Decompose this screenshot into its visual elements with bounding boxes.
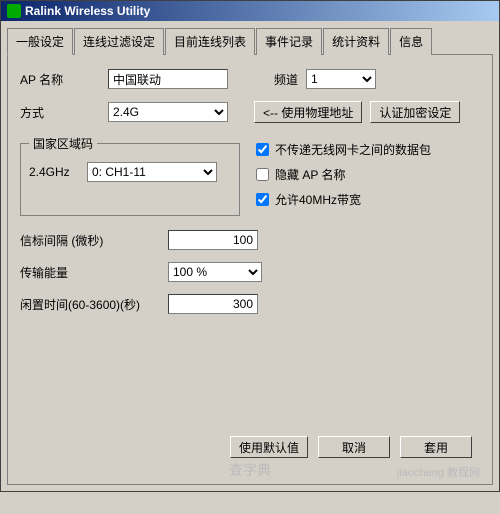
no-relay-checkbox[interactable]: 不传递无线网卡之间的数据包	[256, 141, 431, 158]
band24-label: 2.4GHz	[29, 165, 79, 179]
beacon-input[interactable]	[168, 230, 258, 250]
defaults-button[interactable]: 使用默认值	[230, 436, 308, 458]
use-mac-button[interactable]: <-- 使用物理地址	[254, 101, 362, 123]
watermark-right: jiaocheng 教程网	[397, 464, 480, 480]
beacon-label: 信标间隔 (微秒)	[20, 232, 160, 249]
watermark: 查字典	[8, 460, 492, 480]
client-area: 一般设定 连线过滤设定 目前连线列表 事件记录 统计资料 信息 AP 名称 频道…	[1, 21, 499, 491]
button-row: 使用默认值 取消 套用	[230, 436, 472, 458]
idle-label: 闲置时间(60-3600)(秒)	[20, 296, 160, 313]
window: Ralink Wireless Utility 一般设定 连线过滤设定 目前连线…	[0, 0, 500, 492]
mode-label: 方式	[20, 104, 100, 121]
apply-button[interactable]: 套用	[400, 436, 472, 458]
cancel-button[interactable]: 取消	[318, 436, 390, 458]
channel-label: 频道	[274, 71, 298, 88]
titlebar: Ralink Wireless Utility	[1, 1, 499, 21]
channel-select[interactable]: 1	[306, 69, 376, 89]
panel-general: AP 名称 频道 1 方式 2.4G <-- 使用物理地址 认证加密设定	[7, 55, 493, 485]
txpower-label: 传输能量	[20, 264, 160, 281]
idle-input[interactable]	[168, 294, 258, 314]
hide-ap-input[interactable]	[256, 168, 269, 181]
tab-connections[interactable]: 目前连线列表	[165, 28, 255, 55]
tab-events[interactable]: 事件记录	[256, 28, 322, 55]
tab-info[interactable]: 信息	[390, 28, 432, 55]
window-title: Ralink Wireless Utility	[25, 4, 150, 18]
tab-stats[interactable]: 统计资料	[323, 28, 389, 55]
app-icon	[7, 4, 21, 18]
no-relay-input[interactable]	[256, 143, 269, 156]
ap-name-input[interactable]	[108, 69, 228, 89]
mode-select[interactable]: 2.4G	[108, 102, 228, 122]
allow-40mhz-checkbox[interactable]: 允许40MHz带宽	[256, 191, 431, 208]
allow-40mhz-input[interactable]	[256, 193, 269, 206]
region-group: 国家区域码 2.4GHz 0: CH1-11	[20, 135, 240, 216]
tab-strip: 一般设定 连线过滤设定 目前连线列表 事件记录 统计资料 信息	[7, 27, 493, 55]
tab-general[interactable]: 一般设定	[7, 28, 73, 55]
hide-ap-checkbox[interactable]: 隐藏 AP 名称	[256, 166, 431, 183]
band24-select[interactable]: 0: CH1-11	[87, 162, 217, 182]
tab-filter[interactable]: 连线过滤设定	[74, 28, 164, 55]
region-legend: 国家区域码	[29, 135, 97, 152]
auth-settings-button[interactable]: 认证加密设定	[370, 101, 460, 123]
ap-name-label: AP 名称	[20, 71, 100, 88]
txpower-select[interactable]: 100 %	[168, 262, 262, 282]
options-group: 不传递无线网卡之间的数据包 隐藏 AP 名称 允许40MHz带宽	[256, 135, 431, 216]
